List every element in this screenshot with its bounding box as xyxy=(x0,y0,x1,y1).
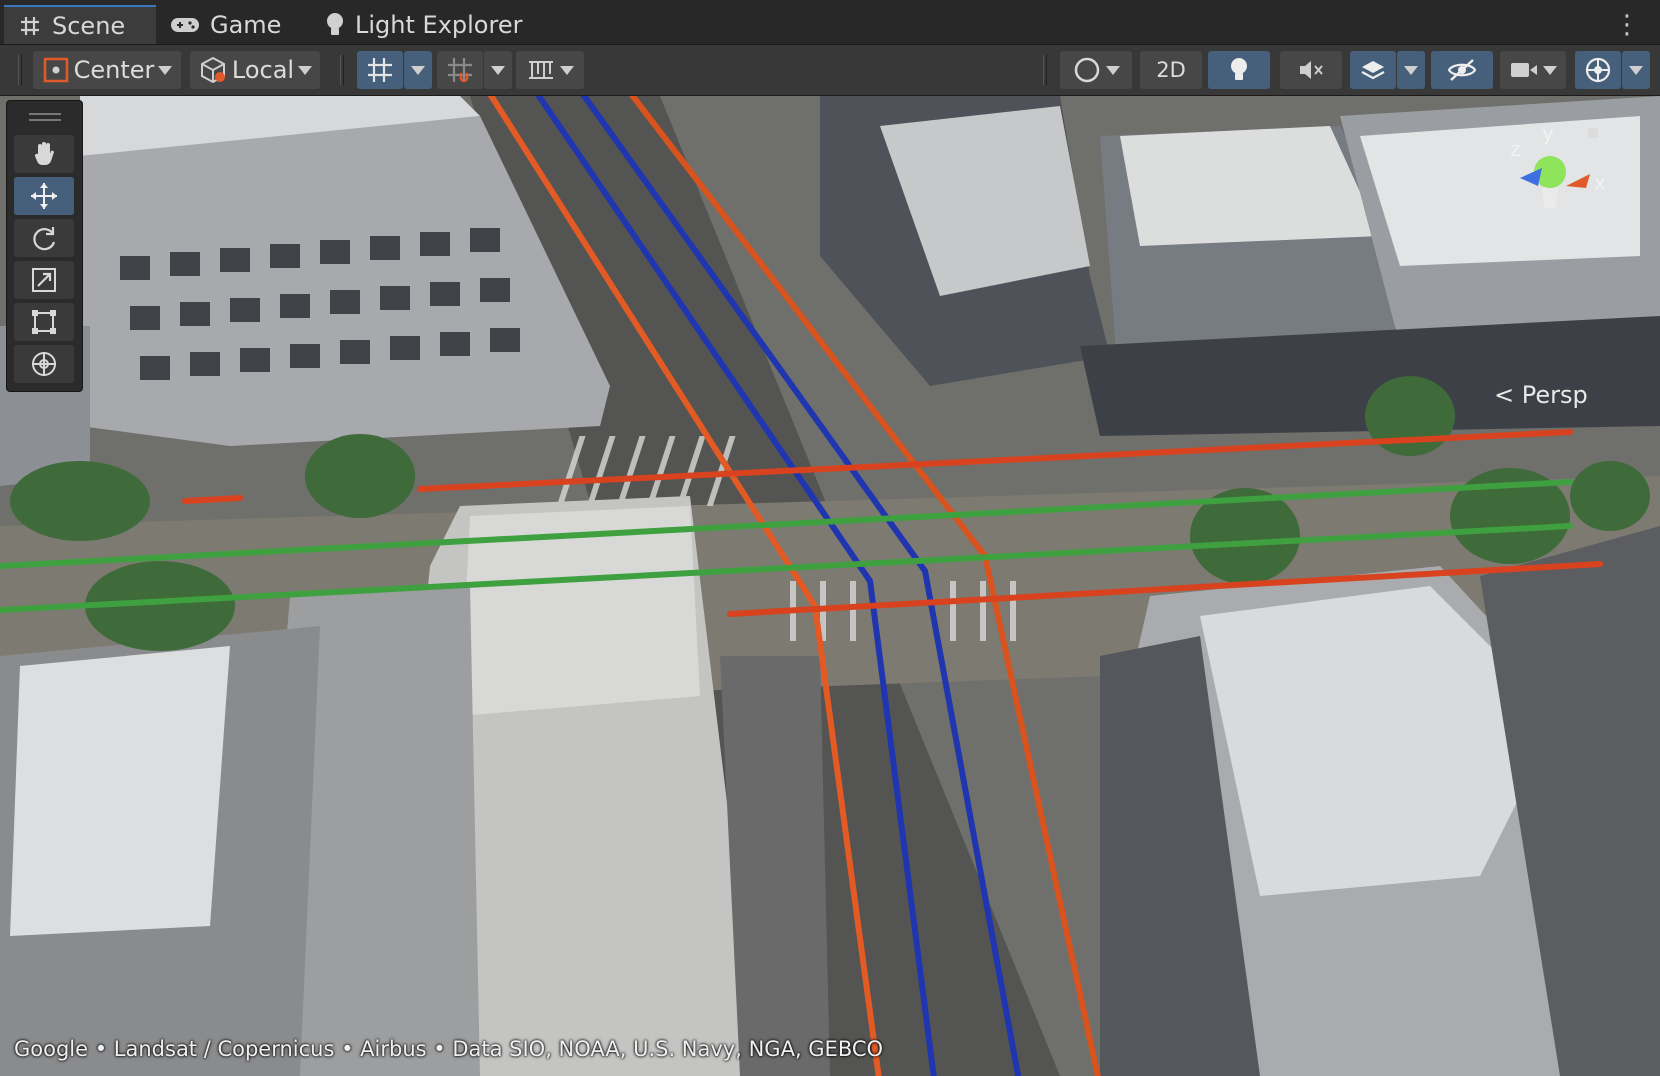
axis-y-label: y xyxy=(1542,121,1554,145)
increment-snap-dropdown[interactable] xyxy=(516,51,584,89)
move-tool-icon[interactable] xyxy=(14,177,74,215)
map-attribution: Google • Landsat / Copernicus • Airbus •… xyxy=(14,1037,884,1061)
tab-label: Scene xyxy=(52,11,126,40)
scene-viewport[interactable]: z y x < Persp xyxy=(0,96,1660,1076)
gizmos-dropdown[interactable] xyxy=(1622,51,1650,89)
overlay-drag-handle[interactable] xyxy=(29,113,61,115)
effects-dropdown[interactable] xyxy=(1397,51,1425,89)
chevron-down-icon xyxy=(1629,65,1643,75)
grid-hash-icon xyxy=(21,16,39,35)
hand-tool-icon[interactable] xyxy=(14,135,74,173)
pivot-rotation-label: Local xyxy=(231,56,295,84)
toolbar-grip[interactable] xyxy=(340,55,344,85)
shaded-sphere-icon xyxy=(1074,57,1100,83)
chevron-down-icon xyxy=(158,65,173,75)
projection-toggle[interactable]: < Persp xyxy=(1494,381,1588,409)
layers-effects-icon xyxy=(1361,61,1385,80)
pivot-mode-dropdown[interactable]: Center xyxy=(33,51,181,89)
local-space-icon xyxy=(200,56,225,84)
tab-scene[interactable]: Scene xyxy=(4,5,156,44)
toggle-2d-button[interactable]: 2D xyxy=(1140,51,1202,89)
scene-visibility-button[interactable] xyxy=(1431,51,1493,89)
scene-camera-dropdown[interactable] xyxy=(1500,51,1566,89)
more-options-icon[interactable]: ⋮ xyxy=(1614,10,1640,40)
grid-options-dropdown[interactable] xyxy=(404,51,432,89)
orientation-gizmo[interactable]: z y x xyxy=(1490,116,1610,226)
chevron-down-icon xyxy=(491,65,505,75)
tab-label: Game xyxy=(210,10,282,39)
city-scene-render xyxy=(0,96,1660,1076)
pivot-rotation-dropdown[interactable]: Local xyxy=(190,51,320,89)
scene-lighting-button[interactable] xyxy=(1208,51,1270,89)
lock-icon[interactable] xyxy=(1588,128,1598,138)
draw-mode-dropdown[interactable] xyxy=(1060,51,1132,89)
rect-tool-icon[interactable] xyxy=(14,303,74,341)
tab-light-explorer[interactable]: Light Explorer xyxy=(325,5,522,44)
transform-tool-icon[interactable] xyxy=(14,345,74,383)
gizmos-button[interactable] xyxy=(1575,51,1621,89)
snap-options-dropdown[interactable] xyxy=(484,51,512,89)
gamepad-icon xyxy=(171,17,199,32)
pivot-center-icon xyxy=(43,57,68,83)
eye-hidden-icon xyxy=(1447,59,1477,81)
speaker-muted-icon xyxy=(1300,61,1323,79)
chevron-down-icon xyxy=(1106,65,1120,75)
chevron-left-icon: < xyxy=(1494,381,1515,409)
toolbar-grip[interactable] xyxy=(18,55,22,85)
toggle-2d-label: 2D xyxy=(1156,58,1186,82)
lightbulb-icon xyxy=(1231,58,1247,80)
tab-game[interactable]: Game xyxy=(170,5,281,44)
scene-tab-bar: Scene Game Light Explorer ⋮ xyxy=(0,0,1660,45)
pivot-mode-label: Center xyxy=(73,56,155,84)
toolbar-grip[interactable] xyxy=(1043,55,1047,85)
snap-magnet-icon xyxy=(448,58,472,83)
axis-x-label: x xyxy=(1594,171,1606,195)
audio-toggle-button[interactable] xyxy=(1280,51,1342,89)
tab-label: Light Explorer xyxy=(355,10,523,39)
chevron-down-icon xyxy=(1404,65,1418,75)
chevron-down-icon xyxy=(560,65,574,75)
grid-snap-icon xyxy=(368,58,392,82)
chevron-down-icon xyxy=(411,65,425,75)
camera-icon xyxy=(1511,63,1537,77)
effects-button[interactable] xyxy=(1350,51,1396,89)
ruler-icon xyxy=(529,61,553,79)
chevron-down-icon xyxy=(298,65,313,75)
rotate-tool-icon[interactable] xyxy=(14,219,74,257)
tools-overlay xyxy=(6,100,83,392)
scale-tool-icon[interactable] xyxy=(14,261,74,299)
gizmo-globe-icon xyxy=(1585,57,1611,83)
chevron-down-icon xyxy=(1543,65,1557,75)
grid-visibility-button[interactable] xyxy=(357,51,403,89)
grid-snapping-button[interactable] xyxy=(437,51,483,89)
projection-label: Persp xyxy=(1521,381,1588,409)
axis-z-label: z xyxy=(1510,137,1521,161)
scene-toolbar: Center Local 2D xyxy=(0,45,1660,96)
lightbulb-icon xyxy=(327,12,343,35)
